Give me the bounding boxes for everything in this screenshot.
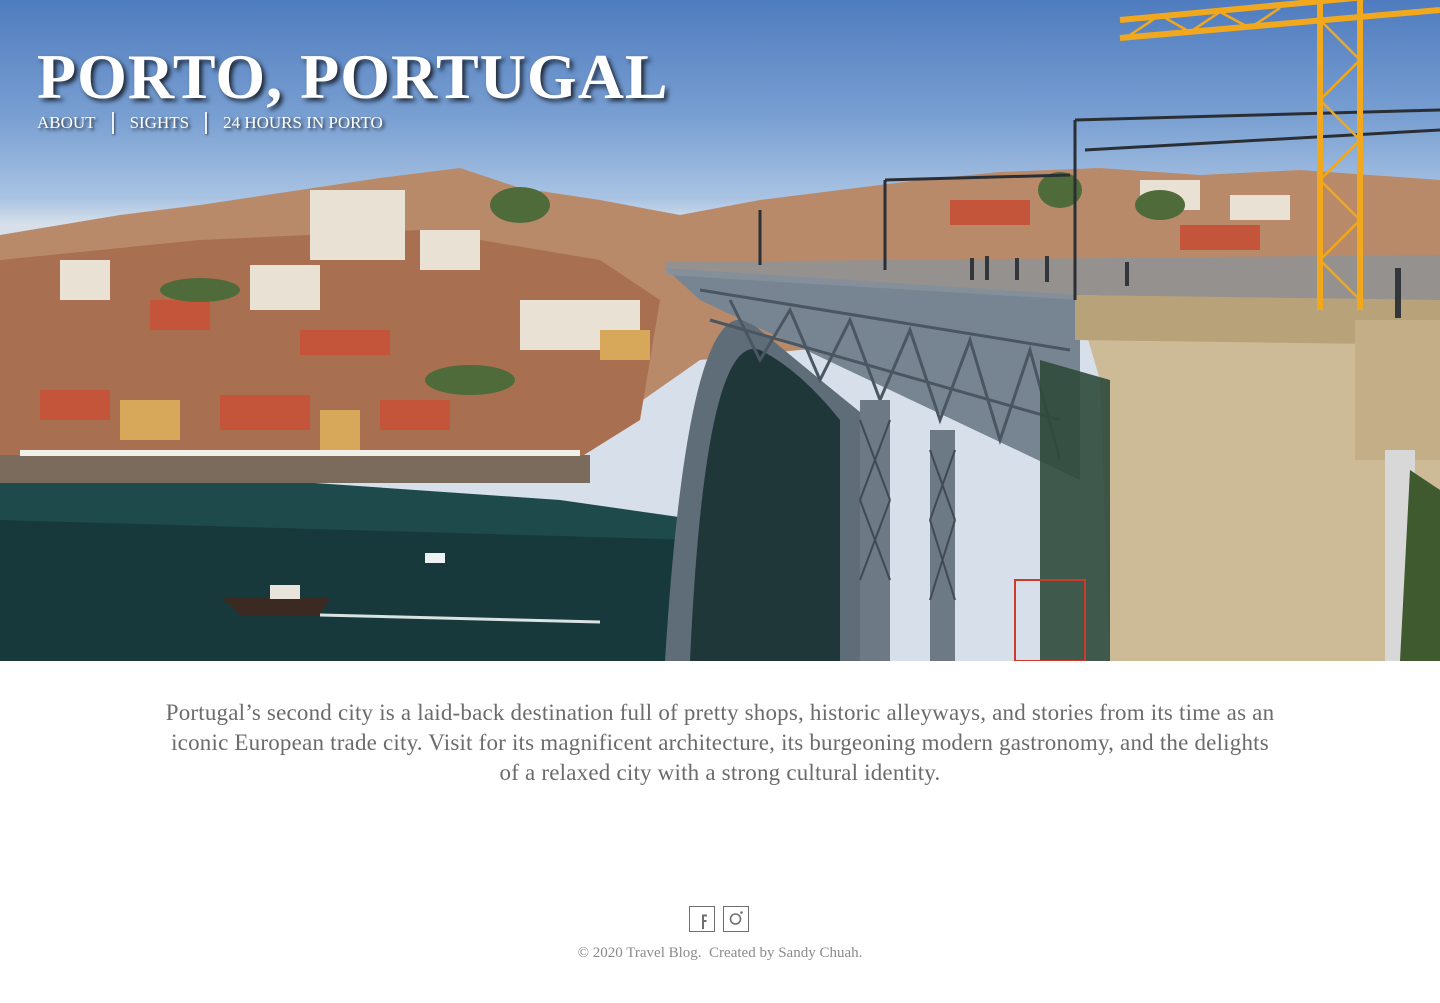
footer-credit: Created by Sandy Chuah. xyxy=(709,945,863,961)
instagram-icon xyxy=(729,911,743,925)
nav-24-hours-link[interactable]: 24 HOURS IN PORTO xyxy=(223,113,383,133)
footer: © 2020 Travel Blog. Created by Sandy Chu… xyxy=(0,945,1440,962)
hero-banner: PORTO, PORTUGAL ABOUT SIGHTS 24 HOURS IN… xyxy=(0,0,1440,661)
site-title: PORTO, PORTUGAL xyxy=(37,41,669,112)
social-links xyxy=(689,906,749,932)
footer-copyright: © 2020 Travel Blog. xyxy=(577,945,702,961)
nav-separator xyxy=(205,112,208,134)
nav-sights-link[interactable]: SIGHTS xyxy=(130,113,190,133)
intro-paragraph: Portugal’s second city is a laid-back de… xyxy=(165,700,1275,785)
main-nav: ABOUT SIGHTS 24 HOURS IN PORTO xyxy=(37,112,383,134)
nav-about-link[interactable]: ABOUT xyxy=(37,113,96,133)
facebook-icon xyxy=(702,914,707,929)
nav-separator xyxy=(111,112,114,134)
facebook-link[interactable] xyxy=(689,906,715,932)
instagram-link[interactable] xyxy=(723,906,749,932)
